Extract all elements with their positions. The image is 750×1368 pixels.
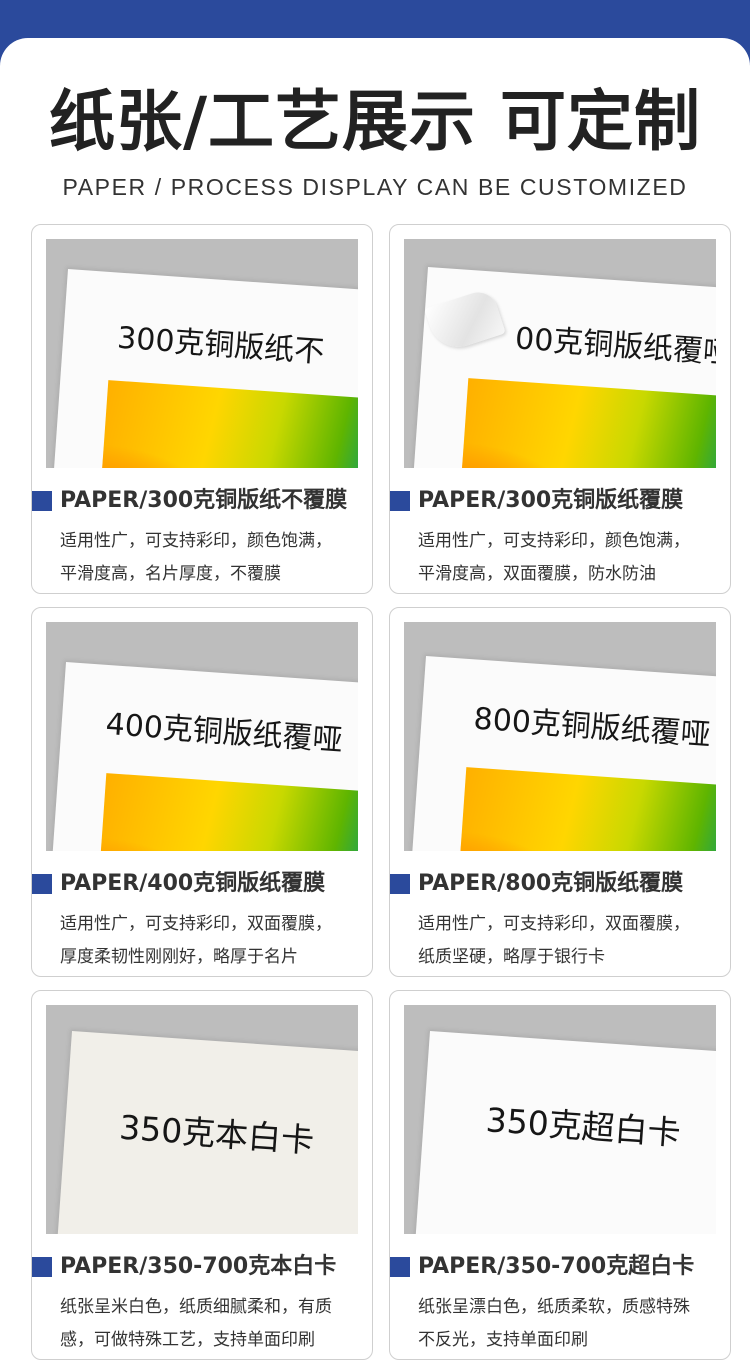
color-print-swatch <box>458 378 716 468</box>
paper-card-800-laminated: 800克铜版纸覆哑 PAPER/800克铜版纸覆膜 适用性广，可支持彩印，双面覆… <box>389 607 731 977</box>
card-header: PAPER/300克铜版纸覆膜 <box>390 487 730 517</box>
card-title: PAPER/350-700克超白卡 <box>418 1254 695 1279</box>
paper-card-300-laminated: 00克铜版纸覆哑 PAPER/300克铜版纸覆膜 适用性广，可支持彩印，颜色饱满… <box>389 224 731 594</box>
description-line: 感，可做特殊工艺，支持单面印刷 <box>60 1330 315 1350</box>
card-description: 适用性广，可支持彩印，双面覆膜， 厚度柔韧性刚刚好，略厚于名片 <box>60 908 372 974</box>
paper-sheet: 800克铜版纸覆哑 <box>407 656 716 851</box>
card-header: PAPER/350-700克超白卡 <box>390 1253 730 1283</box>
card-header: PAPER/350-700克本白卡 <box>32 1253 372 1283</box>
card-description: 纸张呈漂白色，纸质柔软，质感特殊 不反光，支持单面印刷 <box>418 1291 730 1357</box>
description-line: 不反光，支持单面印刷 <box>418 1330 588 1350</box>
card-header: PAPER/400克铜版纸覆膜 <box>32 870 372 900</box>
color-print-swatch <box>96 773 358 851</box>
color-print-swatch <box>98 380 358 468</box>
paper-sheet: 350克超白卡 <box>411 1031 716 1234</box>
paper-print-text: 350克超白卡 <box>484 1100 682 1153</box>
paper-sample-photo: 350克本白卡 <box>46 1005 358 1234</box>
description-line: 纸张呈米白色，纸质细腻柔和，有质 <box>60 1297 332 1317</box>
paper-sample-photo: 300克铜版纸不 <box>46 239 358 468</box>
paper-print-text: 300克铜版纸不 <box>116 320 326 371</box>
card-description: 适用性广，可支持彩印，双面覆膜， 纸质坚硬，略厚于银行卡 <box>418 908 730 974</box>
card-title: PAPER/350-700克本白卡 <box>60 1254 337 1279</box>
card-title: PAPER/300克铜版纸不覆膜 <box>60 488 348 513</box>
description-line: 平滑度高，名片厚度，不覆膜 <box>60 564 281 584</box>
paper-sheet: 00克铜版纸覆哑 <box>409 267 716 468</box>
square-marker-icon <box>390 874 410 894</box>
paper-print-text: 350克本白卡 <box>118 1107 316 1161</box>
paper-card-350-natural-white: 350克本白卡 PAPER/350-700克本白卡 纸张呈米白色，纸质细腻柔和，… <box>31 990 373 1360</box>
paper-sheet: 400克铜版纸覆哑 <box>47 662 358 851</box>
page-subtitle: PAPER / PROCESS DISPLAY CAN BE CUSTOMIZE… <box>62 174 688 200</box>
paper-print-text: 00克铜版纸覆哑 <box>513 321 716 372</box>
square-marker-icon <box>32 491 52 511</box>
description-line: 纸质坚硬，略厚于银行卡 <box>418 947 605 967</box>
square-marker-icon <box>390 1257 410 1277</box>
color-print-swatch <box>456 767 716 851</box>
paper-sample-photo: 00克铜版纸覆哑 <box>404 239 716 468</box>
square-marker-icon <box>32 874 52 894</box>
paper-sheet: 300克铜版纸不 <box>49 269 358 468</box>
card-title: PAPER/400克铜版纸覆膜 <box>60 871 326 896</box>
card-header: PAPER/300克铜版纸不覆膜 <box>32 487 372 517</box>
description-line: 适用性广，可支持彩印，双面覆膜， <box>418 914 690 934</box>
description-line: 纸张呈漂白色，纸质柔软，质感特殊 <box>418 1297 690 1317</box>
square-marker-icon <box>390 491 410 511</box>
page-title: 纸张/工艺展示 可定制 <box>48 83 702 160</box>
paper-card-400-laminated: 400克铜版纸覆哑 PAPER/400克铜版纸覆膜 适用性广，可支持彩印，双面覆… <box>31 607 373 977</box>
description-line: 适用性广，可支持彩印，颜色饱满， <box>418 531 690 551</box>
description-line: 厚度柔韧性刚刚好，略厚于名片 <box>60 947 298 967</box>
paper-sample-photo: 350克超白卡 <box>404 1005 716 1234</box>
card-description: 适用性广，可支持彩印，颜色饱满， 平滑度高，名片厚度，不覆膜 <box>60 525 372 591</box>
card-description: 纸张呈米白色，纸质细腻柔和，有质 感，可做特殊工艺，支持单面印刷 <box>60 1291 372 1357</box>
paper-sample-photo: 800克铜版纸覆哑 <box>404 622 716 851</box>
paper-print-text: 400克铜版纸覆哑 <box>104 706 344 759</box>
card-description: 适用性广，可支持彩印，颜色饱满， 平滑度高，双面覆膜，防水防油 <box>418 525 730 591</box>
description-line: 适用性广，可支持彩印，颜色饱满， <box>60 531 332 551</box>
description-line: 适用性广，可支持彩印，双面覆膜， <box>60 914 332 934</box>
card-title: PAPER/300克铜版纸覆膜 <box>418 488 684 513</box>
paper-card-300-uncoated: 300克铜版纸不 PAPER/300克铜版纸不覆膜 适用性广，可支持彩印，颜色饱… <box>31 224 373 594</box>
description-line: 平滑度高，双面覆膜，防水防油 <box>418 564 656 584</box>
paper-print-text: 800克铜版纸覆哑 <box>472 701 712 753</box>
card-title: PAPER/800克铜版纸覆膜 <box>418 871 684 896</box>
paper-card-350-super-white: 350克超白卡 PAPER/350-700克超白卡 纸张呈漂白色，纸质柔软，质感… <box>389 990 731 1360</box>
card-header: PAPER/800克铜版纸覆膜 <box>390 870 730 900</box>
paper-sheet: 350克本白卡 <box>53 1031 358 1234</box>
square-marker-icon <box>32 1257 52 1277</box>
paper-sample-photo: 400克铜版纸覆哑 <box>46 622 358 851</box>
